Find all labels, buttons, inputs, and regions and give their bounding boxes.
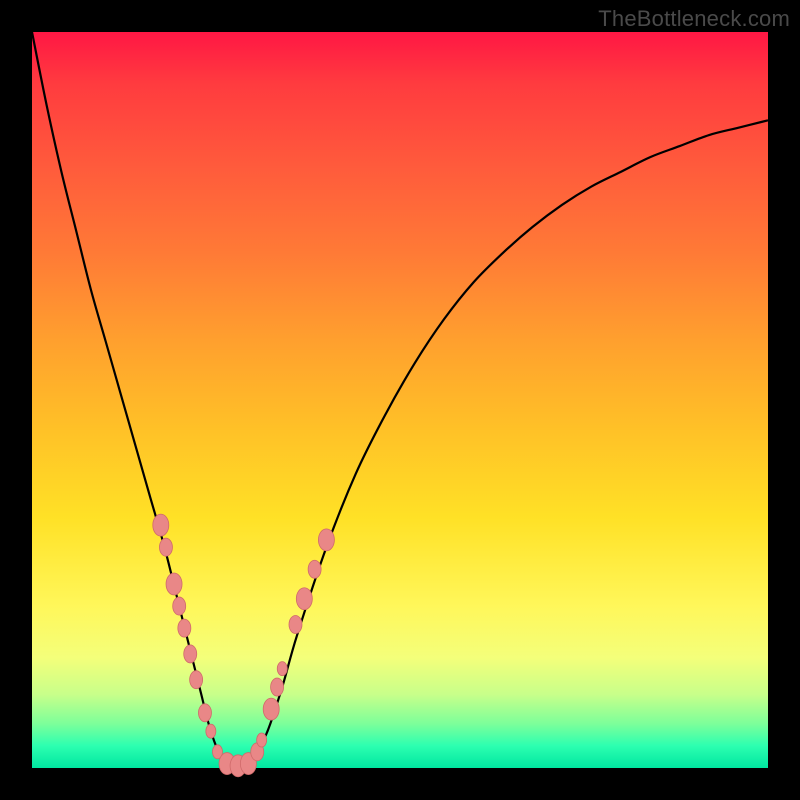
curve-marker bbox=[296, 588, 312, 610]
curve-marker bbox=[159, 538, 172, 556]
curve-marker bbox=[277, 662, 287, 676]
curve-marker bbox=[257, 733, 267, 747]
curve-marker bbox=[173, 597, 186, 615]
curve-marker bbox=[206, 724, 216, 738]
curve-markers bbox=[153, 514, 335, 777]
curve-marker bbox=[166, 573, 182, 595]
chart-svg bbox=[32, 32, 768, 768]
curve-marker bbox=[184, 645, 197, 663]
curve-marker bbox=[153, 514, 169, 536]
watermark-text: TheBottleneck.com bbox=[598, 6, 790, 32]
curve-marker bbox=[289, 615, 302, 633]
curve-marker bbox=[190, 671, 203, 689]
curve-marker bbox=[318, 529, 334, 551]
curve-marker bbox=[308, 560, 321, 578]
curve-marker bbox=[271, 678, 284, 696]
curve-marker bbox=[263, 698, 279, 720]
chart-stage: TheBottleneck.com bbox=[0, 0, 800, 800]
bottleneck-curve bbox=[32, 32, 768, 769]
plot-area bbox=[32, 32, 768, 768]
curve-marker bbox=[198, 704, 211, 722]
curve-marker bbox=[178, 619, 191, 637]
